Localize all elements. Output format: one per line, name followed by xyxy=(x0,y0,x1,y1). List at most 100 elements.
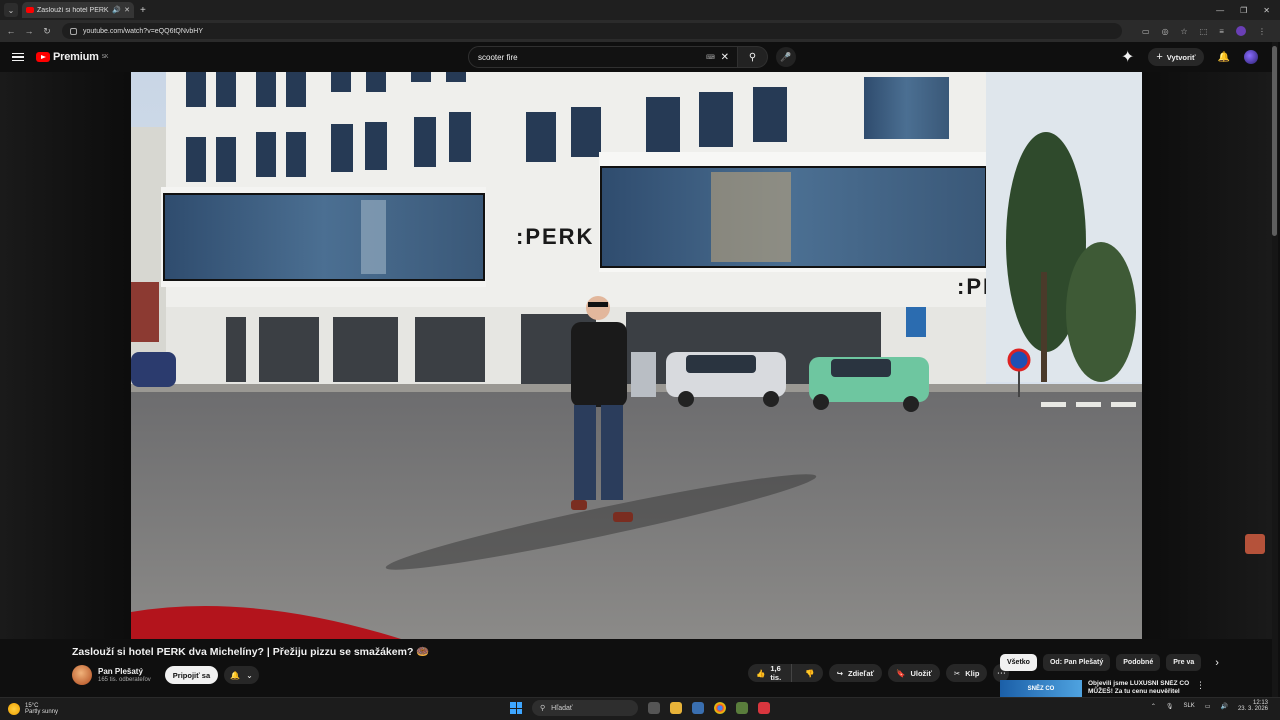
taskbar-search-label: Hľadať xyxy=(551,704,573,712)
address-bar-row: ← → ↻ youtube.com/watch?v=eQQ6tQNvbHY ▭ … xyxy=(0,20,1280,42)
clock[interactable]: 12:13 23. 3. 2026 xyxy=(1238,700,1268,712)
coach-icon[interactable]: ✦ xyxy=(1121,47,1134,67)
like-button[interactable]: 👍 1,6 tis. xyxy=(748,664,793,682)
extensions-icon[interactable]: ⬚ xyxy=(1200,27,1208,36)
join-button[interactable]: Pripojiť sa xyxy=(164,666,219,684)
masthead-actions: ✦ + Vytvoriť 🔔 xyxy=(1121,47,1258,67)
weather-widget[interactable]: 15°C Partly sunny xyxy=(8,703,58,715)
task-view-icon[interactable] xyxy=(648,702,660,714)
cast-icon[interactable]: ▭ xyxy=(1142,27,1150,36)
channel-name[interactable]: Pan Plešatý xyxy=(98,667,151,676)
youtube-masthead: Premium SK scooter fire ⌨ ✕ ⚲ 🎤 ✦ + Vytv… xyxy=(0,42,1280,72)
chevron-down-icon: ⌄ xyxy=(246,670,253,680)
save-label: Uložiť xyxy=(910,668,932,678)
search-icon: ⚲ xyxy=(540,705,546,712)
recommended-video[interactable]: SNĚZ CO Objevili jsme LUXUSNÍ SNĚZ CO MŮ… xyxy=(1000,680,1205,697)
speaker-icon[interactable]: 🔊 xyxy=(112,6,121,14)
url-text[interactable]: youtube.com/watch?v=eQQ6tQNvbHY xyxy=(83,28,203,35)
video-title: Zaslouží si hotel PERK dva Michelíny? | … xyxy=(72,646,430,658)
notifications-bell-icon[interactable]: 🔔 xyxy=(1218,52,1230,63)
site-info-icon[interactable] xyxy=(70,27,77,35)
notification-settings-button[interactable]: 🔔 ⌄ xyxy=(224,666,259,684)
taskbar-apps: ⚲ Hľadať xyxy=(510,700,770,716)
chip-for-you[interactable]: Pre va xyxy=(1166,654,1202,671)
scissors-icon: ✂ xyxy=(953,668,961,678)
thumbs-up-icon: 👍 xyxy=(756,668,766,678)
bookmark-star-icon[interactable]: ☆ xyxy=(1181,27,1188,36)
clear-search-icon[interactable]: ✕ xyxy=(721,52,729,63)
plus-icon: + xyxy=(1156,51,1163,63)
related-filter-chips: Všetko Od: Pan Plešatý Podobné Pre va › xyxy=(1000,654,1219,671)
bell-icon: 🔔 xyxy=(230,670,241,680)
restore-icon[interactable]: ❐ xyxy=(1240,6,1247,15)
recommended-more-icon[interactable]: ⋮ xyxy=(1196,680,1205,697)
create-button[interactable]: + Vytvoriť xyxy=(1148,48,1204,66)
window-close-icon[interactable]: ✕ xyxy=(1263,6,1270,15)
like-count: 1,6 tis. xyxy=(770,664,782,682)
tab-media-icon[interactable]: ≡ xyxy=(1219,27,1224,36)
microphone-icon[interactable]: 🎙 xyxy=(1166,703,1174,710)
subscriber-count: 165 tis. odberateľov xyxy=(98,677,151,683)
clip-button[interactable]: ✂ Klip xyxy=(945,664,988,682)
youtube-play-icon xyxy=(36,52,50,62)
search-input[interactable]: scooter fire ⌨ ✕ xyxy=(468,46,738,68)
tab-close-icon[interactable]: ✕ xyxy=(124,6,130,14)
acrobat-icon[interactable] xyxy=(758,702,770,714)
app-icon-green[interactable] xyxy=(736,702,748,714)
account-avatar[interactable] xyxy=(1244,50,1258,64)
page-scrollbar[interactable] xyxy=(1272,42,1278,720)
windows-taskbar: 15°C Partly sunny ⚲ Hľadať ⌃ 🎙 SLK ▭ 🔊 1… xyxy=(0,697,1280,720)
window-controls: — ❐ ✕ xyxy=(1216,6,1280,15)
thumbs-down-icon: 👎 xyxy=(805,668,815,678)
browser-menu-icon[interactable]: ⋮ xyxy=(1258,27,1266,36)
volume-icon[interactable]: 🔊 xyxy=(1220,703,1227,710)
omnibox[interactable]: youtube.com/watch?v=eQQ6tQNvbHY xyxy=(62,23,1122,39)
youtube-premium-logo[interactable]: Premium SK xyxy=(36,51,108,63)
store-icon[interactable] xyxy=(692,702,704,714)
profile-avatar-icon[interactable] xyxy=(1235,26,1246,36)
minimize-icon[interactable]: — xyxy=(1216,6,1224,15)
weather-text: 15°C Partly sunny xyxy=(25,703,58,715)
player-area: :PERK :PERK xyxy=(0,72,1272,639)
back-icon[interactable]: ← xyxy=(4,26,18,36)
network-icon[interactable]: ▭ xyxy=(1205,703,1211,710)
search-icon: ⚲ xyxy=(748,51,757,63)
language-indicator[interactable]: SLK xyxy=(1183,703,1194,709)
search-button[interactable]: ⚲ xyxy=(738,46,768,68)
windows-start-icon[interactable] xyxy=(510,702,522,714)
keyboard-icon[interactable]: ⌨ xyxy=(706,54,715,61)
bookmark-icon: 🔖 xyxy=(896,668,906,678)
channel-avatar[interactable] xyxy=(72,665,92,685)
perk-sign: :PERK xyxy=(516,224,594,249)
chevron-right-icon[interactable]: › xyxy=(1215,657,1219,669)
save-button[interactable]: 🔖 Uložiť xyxy=(888,664,940,682)
chip-from-channel[interactable]: Od: Pan Plešatý xyxy=(1042,654,1111,671)
file-explorer-icon[interactable] xyxy=(670,702,682,714)
scrollbar-thumb[interactable] xyxy=(1272,46,1277,236)
dislike-button[interactable]: 👎 xyxy=(797,669,822,678)
tray-overflow-icon[interactable]: ⌃ xyxy=(1151,703,1156,710)
sidebar-mini-thumbnail[interactable] xyxy=(1245,534,1265,554)
recommended-thumbnail[interactable]: SNĚZ CO xyxy=(1000,680,1082,697)
channel-row: Pan Plešatý 165 tis. odberateľov Pripoji… xyxy=(72,664,1010,686)
video-actions: 👍 1,6 tis. 👎 ↪ Zdieľať 🔖 Uložiť ✂ Klip ⋯ xyxy=(748,664,1010,682)
forward-icon[interactable]: → xyxy=(22,26,36,36)
browser-tab[interactable]: Zaslouží si hotel PERK dva M 🔊 ✕ xyxy=(22,2,134,18)
reload-icon[interactable]: ↻ xyxy=(40,26,54,37)
video-player[interactable]: :PERK :PERK xyxy=(131,72,1142,639)
eye-off-icon[interactable]: ◎ xyxy=(1162,27,1169,36)
share-button[interactable]: ↪ Zdieľať xyxy=(828,664,883,682)
voice-search-mic-icon[interactable]: 🎤 xyxy=(776,47,796,67)
tab-search-menu-icon[interactable]: ⌄ xyxy=(4,3,18,17)
tab-title: Zaslouží si hotel PERK dva M xyxy=(37,6,109,14)
browser-tab-strip: ⌄ Zaslouží si hotel PERK dva M 🔊 ✕ + — ❐… xyxy=(0,0,1280,20)
recommended-title[interactable]: Objevili jsme LUXUSNÍ SNĚZ CO MŮŽEŠ! Za … xyxy=(1088,680,1192,697)
new-tab-button[interactable]: + xyxy=(140,5,146,16)
chip-related[interactable]: Podobné xyxy=(1116,654,1161,671)
chrome-icon[interactable] xyxy=(714,702,726,714)
taskbar-search[interactable]: ⚲ Hľadať xyxy=(532,700,638,716)
search-value[interactable]: scooter fire xyxy=(478,53,706,62)
chip-all[interactable]: Všetko xyxy=(1000,654,1037,671)
country-code: SK xyxy=(101,54,109,60)
menu-icon[interactable] xyxy=(12,52,24,62)
